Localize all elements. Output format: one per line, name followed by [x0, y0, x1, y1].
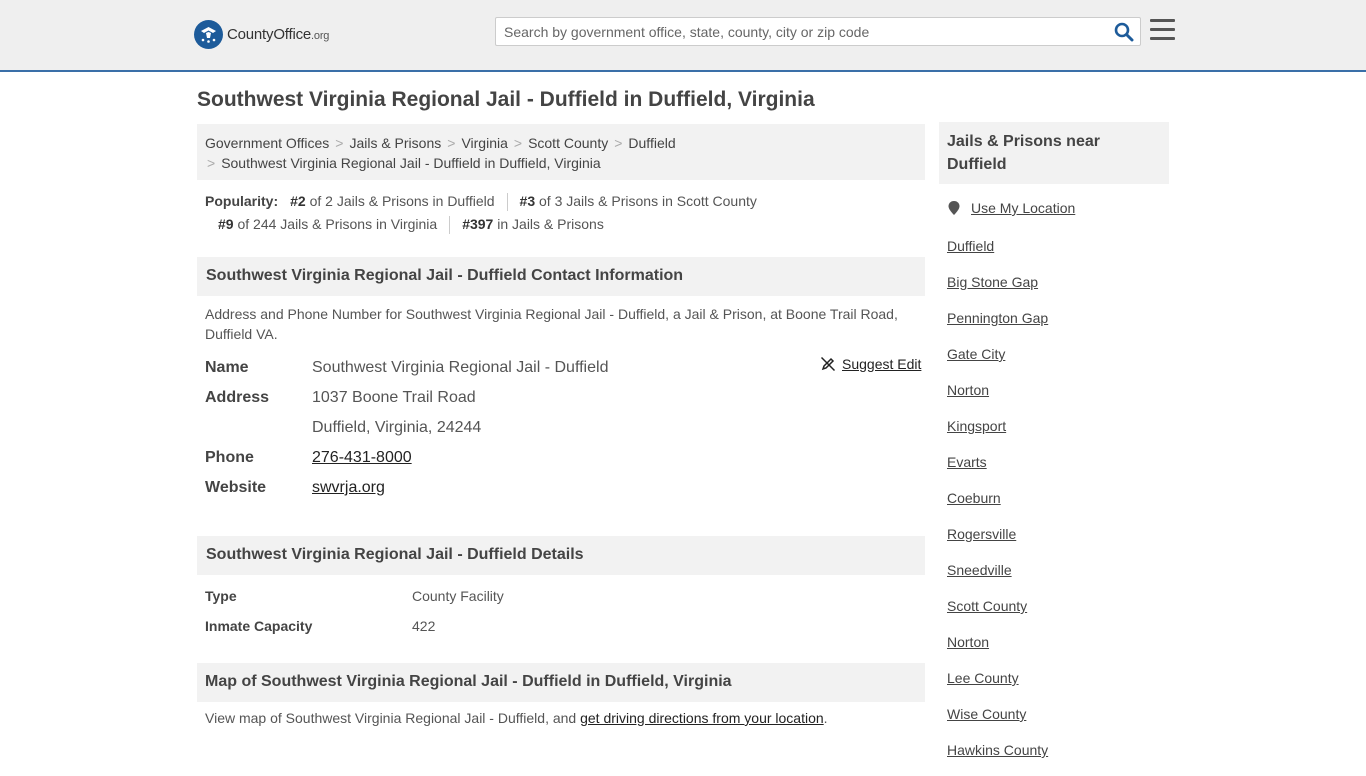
map-description: View map of Southwest Virginia Regional … [205, 710, 828, 726]
address-label: Address [205, 389, 270, 406]
use-location[interactable]: Use My Location [947, 200, 1075, 216]
list-item: Rogersville [947, 524, 1048, 560]
nearby-link[interactable]: Evarts [947, 454, 987, 470]
search-input[interactable] [496, 18, 1096, 45]
nearby-link[interactable]: Norton [947, 634, 989, 650]
popularity-label: Popularity: [205, 193, 279, 209]
page-title: Southwest Virginia Regional Jail - Duffi… [197, 88, 815, 111]
popularity-item: #9 of 244 Jails & Prisons in Virginia [218, 216, 438, 232]
site-logo[interactable]: CountyOffice.org [194, 20, 329, 49]
list-item: Evarts [947, 452, 1048, 488]
website-label: Website [205, 479, 267, 496]
contact-description: Address and Phone Number for Southwest V… [205, 306, 898, 342]
nearby-link[interactable]: Wise County [947, 706, 1026, 722]
divider [506, 192, 508, 211]
list-item: Big Stone Gap [947, 272, 1048, 308]
breadcrumb-item[interactable]: Government Offices [205, 135, 329, 151]
nearby-link[interactable]: Pennington Gap [947, 310, 1048, 326]
popularity-item: #397 in Jails & Prisons [462, 216, 604, 232]
nearby-link[interactable]: Hawkins County [947, 742, 1048, 758]
list-item: Lee County [947, 668, 1048, 704]
suggest-edit-icon [820, 356, 836, 372]
list-item: Gate City [947, 344, 1048, 380]
list-item: Sneedville [947, 560, 1048, 596]
nearby-link[interactable]: Big Stone Gap [947, 274, 1038, 290]
list-item: Kingsport [947, 416, 1048, 452]
nearby-link[interactable]: Lee County [947, 670, 1019, 686]
name-label: Name [205, 359, 249, 376]
search-box [495, 17, 1141, 46]
nearby-link[interactable]: Coeburn [947, 490, 1001, 506]
suggest-edit[interactable]: Suggest Edit [820, 356, 921, 372]
location-pin-icon [948, 201, 960, 215]
address-line1: 1037 Boone Trail Road [312, 389, 476, 406]
list-item: Norton [947, 632, 1048, 668]
breadcrumb-separator: > [335, 135, 344, 151]
breadcrumb-item[interactable]: Virginia [461, 135, 507, 151]
logo-seal-icon [194, 20, 223, 49]
suggest-edit-link[interactable]: Suggest Edit [842, 356, 921, 372]
nearby-list: Duffield Big Stone Gap Pennington Gap Ga… [947, 236, 1048, 776]
sidebar-heading: Jails & Prisons near Duffield [939, 122, 1169, 184]
contact-heading: Southwest Virginia Regional Jail - Duffi… [197, 257, 925, 296]
map-heading: Map of Southwest Virginia Regional Jail … [197, 663, 925, 702]
name-value: Southwest Virginia Regional Jail - Duffi… [312, 359, 609, 376]
breadcrumb: Government Offices > Jails & Prisons > Virgi… [197, 124, 925, 180]
popularity-item: #2 of 2 Jails & Prisons in Duffield [290, 193, 495, 209]
breadcrumb-separator: > [513, 135, 523, 151]
type-value: County Facility [412, 588, 504, 604]
search-icon[interactable] [1114, 22, 1134, 42]
phone-link[interactable]: 276-431-8000 [312, 449, 412, 466]
list-item: Pennington Gap [947, 308, 1048, 344]
list-item: Norton [947, 380, 1048, 416]
breadcrumb-item[interactable]: Scott County [528, 135, 608, 151]
breadcrumb-item[interactable]: Jails & Prisons [349, 135, 441, 151]
breadcrumb-separator: > [207, 155, 216, 171]
phone-label: Phone [205, 449, 254, 466]
list-item: Duffield [947, 236, 1048, 272]
type-label: Type [205, 588, 237, 604]
menu-icon[interactable] [1150, 19, 1175, 41]
popularity: Popularity: #2 of 2 Jails & Prisons in D… [205, 190, 925, 236]
use-location-link[interactable]: Use My Location [971, 200, 1075, 216]
driving-directions-link[interactable]: get driving directions from your locatio… [580, 710, 824, 726]
list-item: Hawkins County [947, 740, 1048, 776]
nearby-link[interactable]: Duffield [947, 238, 994, 254]
nearby-link[interactable]: Kingsport [947, 418, 1006, 434]
divider [449, 215, 451, 234]
logo-text: CountyOffice.org [227, 26, 330, 43]
nearby-link[interactable]: Gate City [947, 346, 1005, 362]
address-line2: Duffield, Virginia, 24244 [312, 419, 482, 436]
details-heading: Southwest Virginia Regional Jail - Duffi… [197, 536, 925, 575]
nearby-link[interactable]: Sneedville [947, 562, 1012, 578]
breadcrumb-separator: > [447, 135, 456, 151]
capacity-value: 422 [412, 618, 436, 634]
breadcrumb-separator: > [614, 135, 623, 151]
nearby-link[interactable]: Norton [947, 382, 989, 398]
capacity-label: Inmate Capacity [205, 618, 313, 634]
list-item: Wise County [947, 704, 1048, 740]
breadcrumb-item[interactable]: Duffield [628, 135, 675, 151]
website-link[interactable]: swvrja.org [312, 479, 385, 496]
nearby-link[interactable]: Rogersville [947, 526, 1016, 542]
list-item: Scott County [947, 596, 1048, 632]
breadcrumb-current: Southwest Virginia Regional Jail - Duffi… [221, 155, 601, 171]
site-header: CountyOffice.org [0, 0, 1366, 72]
popularity-item: #3 of 3 Jails & Prisons in Scott County [519, 193, 757, 209]
nearby-link[interactable]: Scott County [947, 598, 1027, 614]
list-item: Coeburn [947, 488, 1048, 524]
